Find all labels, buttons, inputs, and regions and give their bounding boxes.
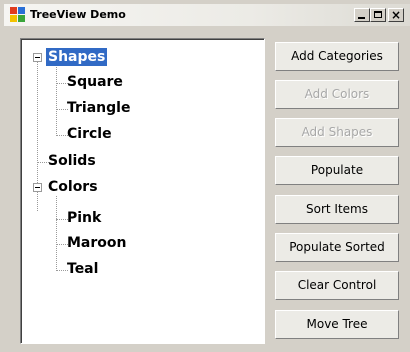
tree-connector: [56, 62, 57, 136]
maximize-button[interactable]: [370, 8, 386, 22]
minimize-icon: [358, 17, 365, 19]
add-shapes-button[interactable]: Add Shapes: [275, 118, 399, 147]
app-window: TreeView Demo × Shapes Square Triangle C…: [0, 0, 410, 352]
collapse-icon[interactable]: [33, 53, 42, 62]
tree-node-maroon[interactable]: Maroon: [67, 234, 127, 252]
tree-node-pink[interactable]: Pink: [67, 209, 101, 227]
tree-node-shapes[interactable]: Shapes: [46, 48, 108, 66]
tree-node-triangle[interactable]: Triangle: [67, 99, 130, 117]
tree-node-square[interactable]: Square: [67, 73, 123, 91]
tree-node-circle[interactable]: Circle: [67, 125, 112, 143]
close-icon: ×: [391, 8, 402, 22]
title-bar[interactable]: TreeView Demo ×: [4, 4, 410, 26]
maximize-icon: [374, 11, 382, 18]
collapse-icon[interactable]: [33, 183, 42, 192]
move-tree-button[interactable]: Move Tree: [275, 310, 399, 339]
window-title: TreeView Demo: [30, 8, 126, 21]
sort-items-button[interactable]: Sort Items: [275, 195, 399, 224]
add-colors-button[interactable]: Add Colors: [275, 80, 399, 109]
minimize-button[interactable]: [354, 8, 370, 22]
tree-view[interactable]: Shapes Square Triangle Circle Solids Col…: [20, 38, 265, 344]
clear-control-button[interactable]: Clear Control: [275, 271, 399, 300]
tree-node-colors[interactable]: Colors: [48, 178, 98, 196]
close-button[interactable]: ×: [388, 8, 404, 22]
tree-node-teal[interactable]: Teal: [67, 260, 98, 278]
populate-sorted-button[interactable]: Populate Sorted: [275, 233, 399, 262]
tree-connector: [56, 196, 57, 271]
tree-node-solids[interactable]: Solids: [48, 152, 96, 170]
populate-button[interactable]: Populate: [275, 156, 399, 185]
add-categories-button[interactable]: Add Categories: [275, 42, 399, 71]
app-icon: [10, 7, 26, 23]
